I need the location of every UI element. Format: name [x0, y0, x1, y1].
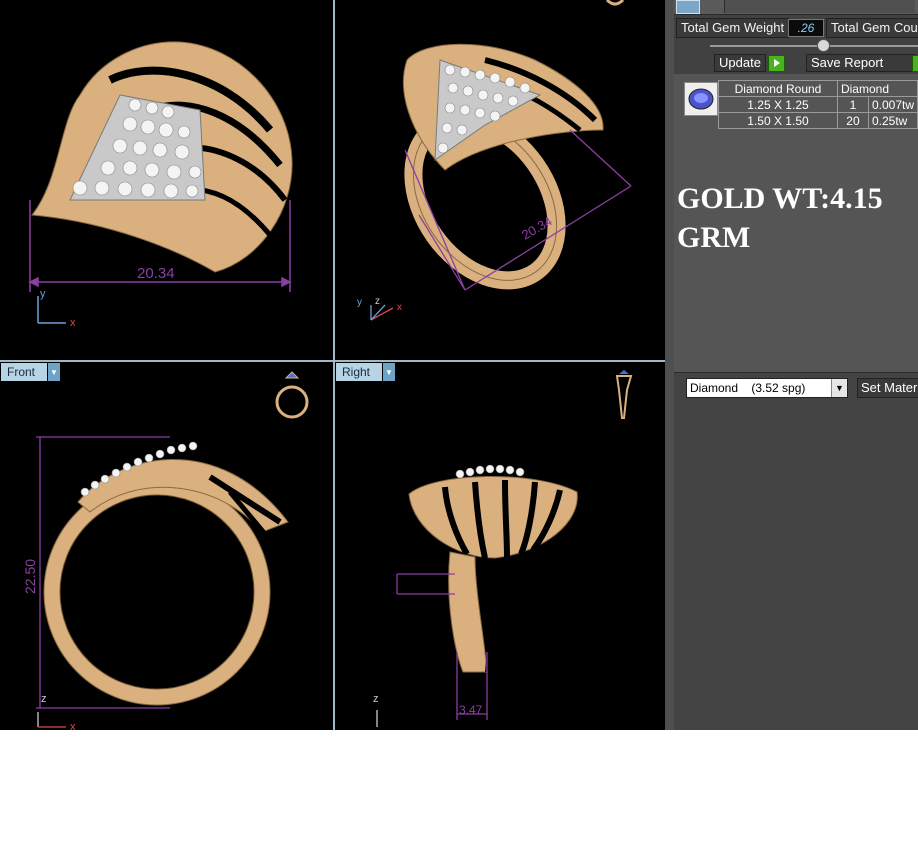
slider-track[interactable] — [710, 45, 918, 47]
viewport-right[interactable]: Right ▼ 3.47 z — [335, 362, 665, 730]
ring-preview-icon — [615, 370, 633, 419]
svg-text:x: x — [70, 721, 76, 730]
table-header-row: Diamond Round Diamond — [718, 80, 918, 97]
panel-tab[interactable] — [724, 0, 915, 13]
table-row[interactable]: 1.50 X 1.50 20 0.25tw — [718, 112, 918, 129]
total-gem-count-label: Total Gem Cou — [826, 18, 918, 38]
ring-preview-icon — [275, 371, 309, 419]
svg-text:y: y — [40, 288, 46, 300]
svg-text:y: y — [357, 297, 362, 308]
ring-render-side: 3.47 z — [373, 370, 633, 727]
ring-render-perspective: 20.34 y z x — [357, 0, 632, 321]
table-header: Diamond — [836, 80, 918, 97]
panel-splitter[interactable] — [665, 0, 674, 730]
total-gem-weight-label: Total Gem Weight — [676, 18, 790, 38]
gem-table: Diamond Round Diamond 1.25 X 1.25 1 0.00… — [718, 80, 918, 129]
dimension-label: 3.47 — [459, 703, 483, 717]
material-select[interactable]: Diamond (3.52 spg) ▼ — [686, 378, 848, 398]
dimension-label: 20.34 — [137, 265, 175, 282]
table-row[interactable]: 1.25 X 1.25 1 0.007tw — [718, 96, 918, 113]
panel-tab-bar — [674, 0, 918, 15]
viewport-top-right[interactable]: 20.34 y z x — [335, 0, 665, 360]
set-material-button[interactable]: Set Materi — [857, 378, 918, 398]
svg-text:x: x — [397, 302, 402, 313]
viewport-front[interactable]: Front ▼ 22.50 z x — [0, 362, 333, 730]
material-area — [674, 372, 918, 730]
svg-text:z: z — [375, 296, 380, 307]
update-button[interactable]: Update — [714, 54, 766, 72]
gem-list-area: Diamond Round Diamond 1.25 X 1.25 1 0.00… — [674, 74, 918, 372]
viewport-divider-horizontal[interactable] — [0, 360, 665, 362]
gem-thumbnail-icon[interactable] — [684, 82, 718, 116]
table-cell: 0.007tw — [867, 96, 918, 113]
table-cell: 1.25 X 1.25 — [718, 96, 838, 113]
dropdown-arrow-icon[interactable]: ▼ — [831, 379, 847, 397]
report-tab-icon[interactable] — [676, 0, 700, 14]
ring-render-front: 22.50 z x — [22, 371, 309, 730]
viewport-divider-vertical[interactable] — [333, 0, 335, 730]
table-cell: 1.50 X 1.50 — [718, 112, 838, 129]
table-cell: 0.25tw — [867, 112, 918, 129]
viewport-top-left[interactable]: 20.34 y x — [0, 0, 333, 360]
play-icon[interactable] — [912, 55, 918, 72]
svg-text:z: z — [373, 693, 379, 705]
gem-report-panel: Total Gem Weight .26 Total Gem Cou Updat… — [674, 0, 918, 730]
svg-text:z: z — [41, 693, 47, 705]
table-cell: 20 — [836, 112, 869, 129]
total-gem-weight-value[interactable]: .26 — [788, 19, 824, 37]
dimension-label: 22.50 — [22, 559, 38, 594]
table-header: Diamond Round — [718, 80, 838, 97]
table-cell: 1 — [836, 96, 869, 113]
svg-text:x: x — [70, 317, 76, 329]
play-icon[interactable] — [768, 55, 785, 72]
gold-weight-note: GOLD WT:4.15 GRM — [677, 182, 883, 254]
slider-handle[interactable] — [817, 39, 830, 52]
save-report-button[interactable]: Save Report — [806, 54, 916, 72]
ring-render-top: 20.34 y x — [28, 41, 293, 329]
